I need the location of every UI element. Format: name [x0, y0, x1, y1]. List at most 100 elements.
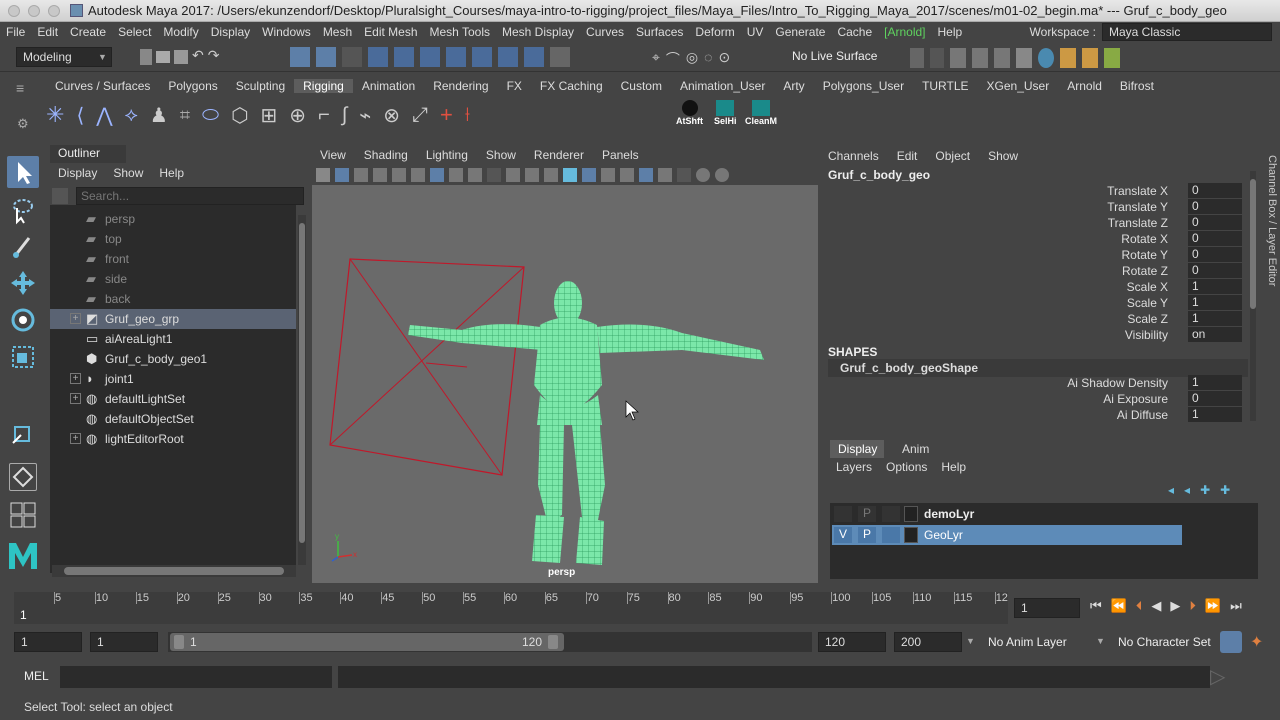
animation-start-field[interactable]: 1 [14, 632, 82, 652]
layer-color-swatch[interactable] [904, 506, 918, 522]
new-layer-selected-icon[interactable]: ✚ [1220, 483, 1230, 497]
channel-row[interactable]: Translate Z 0 [824, 215, 1248, 231]
expand-toggle-icon[interactable]: + [70, 373, 81, 384]
outliner-item[interactable]: + ◍ lightEditorRoot [50, 429, 296, 449]
four-view-layout-icon[interactable] [9, 501, 37, 529]
expand-toggle-icon[interactable]: + [70, 393, 81, 404]
shelf-tab-custom[interactable]: Custom [612, 79, 671, 93]
arnold-render-icon[interactable] [1104, 48, 1120, 68]
channel-row[interactable]: Scale X 1 [824, 279, 1248, 295]
channel-row[interactable]: Scale Z 1 [824, 311, 1248, 327]
channel-row[interactable]: Rotate Z 0 [824, 263, 1248, 279]
outliner-item[interactable]: + ◍ defaultLightSet [50, 389, 296, 409]
new-layer-icon[interactable]: ✚ [1200, 483, 1210, 497]
snap-point-icon[interactable]: ◎ [686, 49, 698, 67]
construction-history-icon[interactable] [930, 48, 944, 68]
viewport-menu-renderer[interactable]: Renderer [534, 148, 584, 162]
channel-name[interactable]: Visibility [1125, 328, 1168, 342]
channels-menu-object[interactable]: Object [935, 149, 970, 163]
menu-mesh-display[interactable]: Mesh Display [496, 25, 580, 39]
lasso-tool-icon[interactable] [7, 194, 39, 226]
create-joints-icon[interactable]: ✳ [46, 102, 64, 128]
outliner-vertical-scrollbar[interactable] [298, 215, 306, 565]
channel-row[interactable]: Rotate X 0 [824, 231, 1248, 247]
channel-value-field[interactable]: 0 [1188, 215, 1242, 230]
point-constraint-icon[interactable]: + [440, 102, 453, 128]
channel-name[interactable]: Rotate Y [1122, 248, 1168, 262]
select-component-icon[interactable] [342, 47, 362, 67]
single-perspective-layout-icon[interactable] [9, 463, 37, 491]
scale-tool-icon[interactable] [7, 341, 39, 373]
channel-name[interactable]: Translate Y [1107, 200, 1168, 214]
film-gate-icon[interactable] [449, 168, 463, 182]
workspace-select[interactable]: Maya Classic [1102, 23, 1272, 41]
ik-spline-icon[interactable]: ∫ [342, 104, 347, 127]
menu-mesh-tools[interactable]: Mesh Tools [424, 25, 496, 39]
layer-playback-toggle[interactable]: P [858, 527, 876, 543]
insert-joint-icon[interactable]: ⟨ [76, 103, 84, 128]
menu-help[interactable]: Help [932, 25, 969, 39]
mask-surfaces-icon[interactable] [446, 47, 466, 67]
channel-value-field[interactable]: 1 [1188, 295, 1242, 310]
shelf-gear-icon[interactable]: ⚙ [17, 116, 29, 132]
channel-value-field[interactable]: 1 [1188, 407, 1242, 422]
menu-cache[interactable]: Cache [831, 25, 878, 39]
menu-select[interactable]: Select [112, 25, 157, 39]
menu-curves[interactable]: Curves [580, 25, 630, 39]
menu-display[interactable]: Display [205, 25, 256, 39]
render-view-icon[interactable] [950, 48, 966, 68]
channel-box-scrollbar[interactable] [1250, 171, 1256, 421]
shelf-tab-arty[interactable]: Arty [774, 79, 813, 93]
ipr-render-icon[interactable] [994, 48, 1010, 68]
auto-key-icon[interactable] [1220, 631, 1242, 653]
outliner-item[interactable]: +▰persp [50, 209, 296, 229]
smooth-shade-icon[interactable] [582, 168, 596, 182]
range-end-handle[interactable] [548, 635, 558, 649]
gate-mask-icon[interactable] [487, 168, 501, 182]
viewport-menu-panels[interactable]: Panels [602, 148, 639, 162]
input-output-icon[interactable] [910, 48, 924, 68]
outliner-item[interactable]: +◍defaultObjectSet [50, 409, 296, 429]
safe-action-icon[interactable] [525, 168, 539, 182]
channel-row[interactable]: Translate X 0 [824, 183, 1248, 199]
anim-layer-select[interactable]: No Anim Layer [988, 635, 1067, 649]
shelf-tab-arnold[interactable]: Arnold [1058, 79, 1111, 93]
chevron-down-icon[interactable]: ▼ [966, 636, 975, 646]
viewport-3d[interactable]: persp y x [312, 185, 818, 583]
layer-display-type-toggle[interactable] [882, 506, 900, 522]
viewport-menu-show[interactable]: Show [486, 148, 516, 162]
menu-edit[interactable]: Edit [31, 25, 64, 39]
play-backwards-icon[interactable]: ◀ [1151, 598, 1161, 618]
channel-name[interactable]: Rotate X [1121, 232, 1168, 246]
camera-attributes-icon[interactable] [335, 168, 349, 182]
channel-value-field[interactable]: 0 [1188, 247, 1242, 262]
move-tool-icon[interactable] [7, 267, 39, 299]
minimize-window-button[interactable] [28, 5, 40, 17]
render-setup-icon[interactable] [1060, 48, 1076, 68]
step-back-key-icon[interactable]: ⏴ [1136, 598, 1143, 618]
snap-live-icon[interactable]: ⊙ [718, 49, 730, 67]
layer-row[interactable]: P demoLyr [832, 505, 1182, 523]
viewport-menu-view[interactable]: View [320, 148, 346, 162]
shelf-tab-sculpting[interactable]: Sculpting [227, 79, 294, 93]
lattice-icon[interactable]: ⊞ [261, 103, 278, 128]
channel-name[interactable]: Ai Shadow Density [1067, 376, 1168, 390]
orient-joint-icon[interactable]: ⟡ [125, 104, 138, 127]
channel-name[interactable]: Scale X [1127, 280, 1168, 294]
menu-edit-mesh[interactable]: Edit Mesh [358, 25, 423, 39]
expand-toggle-icon[interactable]: + [70, 433, 81, 444]
channel-name[interactable]: Rotate Z [1122, 264, 1168, 278]
select-camera-icon[interactable] [316, 168, 330, 182]
shelf-tab-rendering[interactable]: Rendering [424, 79, 497, 93]
shelf-tab-animation-user[interactable]: Animation_User [671, 79, 774, 93]
channel-row[interactable]: Ai Diffuse 1 [824, 407, 1248, 423]
outliner-hscroll-thumb[interactable] [64, 567, 284, 575]
shelf-tab-fx[interactable]: FX [498, 79, 531, 93]
shelf-tab-curves-surfaces[interactable]: Curves / Surfaces [46, 79, 159, 93]
menu-surfaces[interactable]: Surfaces [630, 25, 689, 39]
step-forward-key-icon[interactable]: ⏵ [1189, 598, 1196, 618]
wireframe-icon[interactable] [563, 168, 577, 182]
mask-handles-icon[interactable] [368, 47, 388, 67]
mask-curves-icon[interactable] [420, 47, 440, 67]
rotate-tool-icon[interactable] [7, 304, 39, 336]
